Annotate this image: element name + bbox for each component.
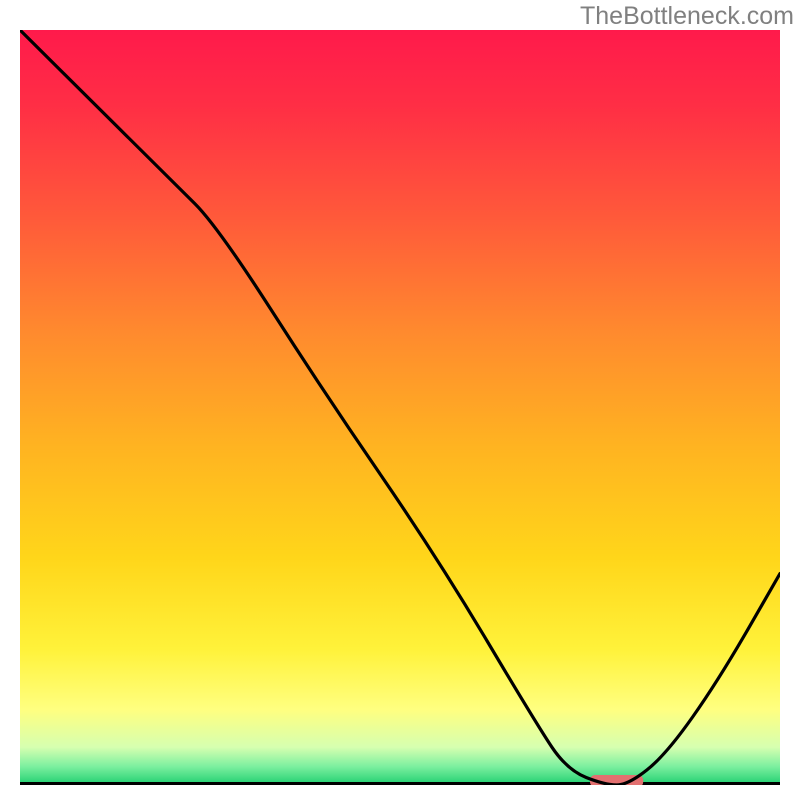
watermark-label: TheBottleneck.com	[580, 2, 794, 31]
bottleneck-chart	[20, 30, 780, 785]
chart-container: TheBottleneck.com	[0, 0, 800, 800]
